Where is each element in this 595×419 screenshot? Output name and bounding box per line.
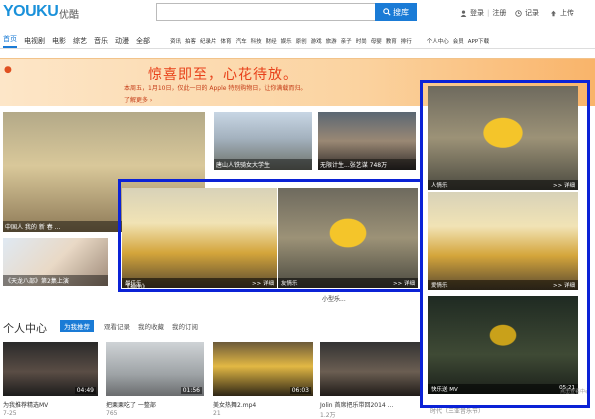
video-thumb-portraits[interactable]: 《天龙八部》第2集上演 (3, 238, 108, 286)
card-title[interactable]: 把栗栗吃了 一整部 (106, 400, 156, 409)
thumb-duration: 01:56 (180, 387, 202, 394)
card-views: 765 (106, 410, 118, 417)
side-label: 点击查看中心 (560, 389, 591, 395)
main-nav: 首页 电视剧 电影 综艺 音乐 动漫 全部 资讯 拍客 纪录片 体育 汽车 科技… (0, 33, 595, 49)
banner-more-link[interactable]: 了解更多 › (124, 95, 152, 104)
thumb-caption: 爱情乐 (431, 283, 448, 289)
youku-homepage: YOUKU 优酷 搜库 登录 | 注册 记录 上传 首页 电视剧 电影 综艺 音… (0, 0, 595, 419)
history-label: 记录 (525, 9, 539, 17)
separator: | (487, 9, 490, 17)
thumb-label: 《神曲》 (124, 284, 149, 291)
video-thumb-director[interactable]: 无限计生...张艺谋 748万 (318, 112, 416, 170)
video-thumb-arch-2[interactable]: 友情乐 >> 详细 (278, 188, 418, 288)
nav-game[interactable]: 游戏 (311, 37, 322, 45)
personal-center-title: 个人中心 (3, 322, 47, 335)
card-views: 1.2万 (320, 412, 336, 419)
history-link[interactable]: 记录 (515, 8, 539, 18)
nav-auto[interactable]: 汽车 (236, 37, 247, 45)
login-link[interactable]: 登录 (470, 8, 484, 18)
video-thumb-shopping[interactable]: 最佳乐 >> 详细 (122, 188, 277, 288)
nav-music[interactable]: 音乐 (94, 36, 108, 46)
banner-subtitle: 本周五，1月10日，仅此一日的 Apple 特别购物日，让你满载而归。 (124, 85, 307, 92)
nav-vip[interactable]: 会员 (453, 37, 464, 45)
apple-logo-icon: ● (4, 65, 12, 75)
thumb-caption: 《天龙八部》第2集上演 (3, 275, 108, 286)
upload-label: 上传 (560, 9, 574, 17)
clock-icon (515, 9, 522, 17)
nav-documentary[interactable]: 纪录片 (200, 37, 217, 45)
nav-movie[interactable]: 电影 (52, 36, 66, 46)
tab-subscriptions[interactable]: 我的订阅 (168, 320, 202, 332)
search-button-label: 搜库 (393, 7, 409, 17)
thumb-caption: 友情乐 (281, 281, 298, 287)
nav-tech[interactable]: 科技 (251, 37, 262, 45)
youku-logo-cn: 优酷 (59, 10, 79, 21)
nav-paike[interactable]: 拍客 (185, 37, 196, 45)
video-thumb-pc-3[interactable]: 06:03 (213, 342, 313, 396)
thumb-caption-bar: 快乐送 MV 05:21 (428, 384, 578, 394)
tab-favorites[interactable]: 我的收藏 (134, 320, 168, 332)
banner-title: 惊喜即至，心花待放。 (148, 67, 298, 83)
nav-parenting[interactable]: 亲子 (341, 37, 352, 45)
search-button[interactable]: 搜库 (375, 3, 417, 21)
nav-ranking[interactable]: 排行 (401, 37, 412, 45)
nav-all[interactable]: 全部 (136, 36, 150, 46)
nav-original[interactable]: 原创 (296, 37, 307, 45)
video-thumb-pc-1[interactable]: 04:49 (3, 342, 98, 396)
thumb-caption-bar: 人情乐 >> 详细 (428, 180, 578, 190)
card-title[interactable]: 为我推荐精选MV (3, 400, 48, 409)
nav-baby[interactable]: 母婴 (371, 37, 382, 45)
thumb-caption: 无限计生...张艺谋 748万 (318, 159, 416, 170)
nav-education[interactable]: 教育 (386, 37, 397, 45)
video-thumb-market[interactable]: 爱情乐 >> 详细 (428, 192, 578, 290)
thumb-duration: 04:49 (74, 387, 96, 394)
card-views: 21 (213, 410, 221, 417)
thumb-caption: 唐山人铁骑女大学生 (214, 159, 312, 170)
nav-tv[interactable]: 电视剧 (24, 36, 45, 46)
card-title[interactable]: 美女热舞2.mp4 (213, 400, 256, 409)
nav-sports[interactable]: 体育 (221, 37, 232, 45)
nav-app-download[interactable]: APP下载 (468, 37, 489, 45)
nav-home[interactable]: 首页 (3, 34, 17, 48)
thumb-subtitle: 时代（三亚音乐节） (430, 408, 485, 415)
nav-travel[interactable]: 旅游 (326, 37, 337, 45)
nav-finance[interactable]: 财经 (266, 37, 277, 45)
video-thumb-pc-2[interactable]: 01:56 (106, 342, 204, 396)
nav-news[interactable]: 资讯 (170, 37, 181, 45)
search-input[interactable] (156, 3, 376, 21)
nav-fashion[interactable]: 时尚 (356, 37, 367, 45)
nav-anime[interactable]: 动漫 (115, 36, 129, 46)
detail-link[interactable]: >> 详细 (553, 181, 575, 189)
account-links: 登录 | 注册 (460, 8, 506, 18)
nav-variety[interactable]: 综艺 (73, 36, 87, 46)
detail-link[interactable]: >> 详细 (393, 279, 415, 287)
thumb-caption-small: 小型乐... (322, 296, 346, 303)
thumb-caption-bar: 爱情乐 >> 详细 (428, 280, 578, 290)
video-thumb-night[interactable]: 快乐送 MV 05:21 (428, 296, 578, 394)
register-link[interactable]: 注册 (492, 8, 506, 18)
thumb-duration: 06:03 (289, 387, 311, 394)
detail-link[interactable]: >> 详细 (553, 281, 575, 289)
detail-link[interactable]: >> 详细 (252, 279, 274, 287)
youku-logo[interactable]: YOUKU (3, 3, 59, 21)
thumb-caption: 快乐送 MV (431, 387, 458, 393)
tab-recommend[interactable]: 为我推荐 (60, 320, 94, 332)
nav-ent[interactable]: 娱乐 (281, 37, 292, 45)
user-icon (460, 9, 467, 17)
nav-personal-center[interactable]: 个人中心 (427, 37, 449, 45)
video-thumb-street[interactable]: 唐山人铁骑女大学生 (214, 112, 312, 170)
card-views: 7-25 (3, 410, 17, 417)
search-icon (383, 8, 391, 16)
thumb-caption: 人情乐 (431, 183, 448, 189)
video-thumb-gold-arch[interactable]: 人情乐 >> 详细 (428, 86, 578, 190)
video-thumb-pc-4[interactable] (320, 342, 420, 396)
card-title[interactable]: Jolin 首席把乐带回2014 ... (320, 400, 393, 409)
upload-link[interactable]: 上传 (550, 8, 574, 18)
upload-icon (551, 10, 556, 16)
tab-history[interactable]: 观看记录 (100, 320, 134, 332)
thumb-caption-bar: 友情乐 >> 详细 (278, 278, 418, 288)
